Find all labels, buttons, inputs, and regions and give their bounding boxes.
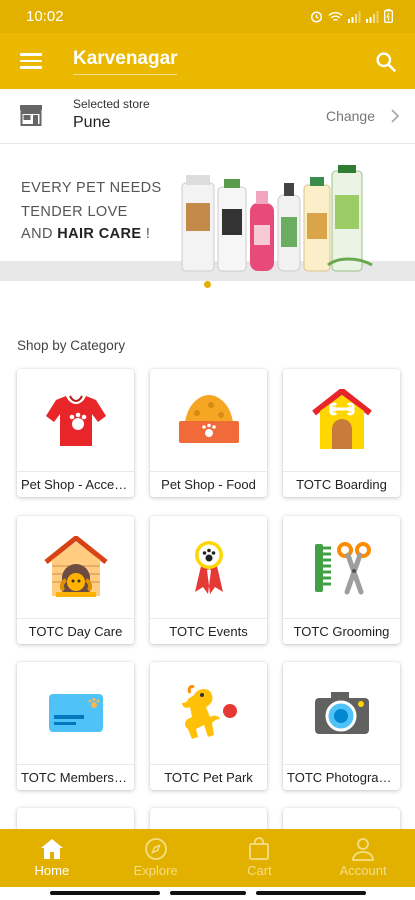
- section-title: Shop by Category: [17, 338, 126, 353]
- banner-line-3-bold: HAIR CARE: [57, 226, 142, 242]
- battery-icon: [384, 9, 393, 28]
- status-bar: 10:02: [0, 0, 415, 33]
- food-bowl-icon: [150, 369, 267, 471]
- search-icon[interactable]: [375, 51, 397, 73]
- category-label: TOTC Day Care: [17, 618, 134, 644]
- category-label: Pet Shop - Accessories: [17, 471, 134, 497]
- category-card-totc-photography[interactable]: TOTC Photography: [283, 662, 400, 790]
- bottom-navigation: Home Explore Cart Account: [0, 829, 415, 887]
- wifi-icon: [328, 10, 343, 28]
- category-label: TOTC Boarding: [283, 471, 400, 497]
- membership-card-icon: [17, 662, 134, 764]
- banner-line-3: AND HAIR CARE !: [21, 226, 150, 242]
- compass-icon: [144, 837, 168, 861]
- category-card-totc-pet-park[interactable]: TOTC Pet Park: [150, 662, 267, 790]
- shirt-icon: [17, 369, 134, 471]
- banner-line-1: EVERY PET NEEDS: [21, 180, 162, 196]
- system-bar-segment: [50, 891, 160, 895]
- store-name: Pune: [73, 114, 111, 131]
- banner-line-3-suffix: !: [141, 226, 151, 242]
- hamburger-menu-icon[interactable]: [20, 53, 42, 69]
- nav-item-account[interactable]: Account: [311, 829, 415, 887]
- category-label: Pet Shop - Food: [150, 471, 267, 497]
- banner-line-3-prefix: AND: [21, 226, 58, 242]
- location-text: Karvenagar: [73, 48, 178, 69]
- change-store-button[interactable]: Change: [326, 108, 375, 124]
- nav-label: Account: [339, 863, 387, 878]
- nav-item-home[interactable]: Home: [0, 829, 104, 887]
- category-card-totc-events[interactable]: TOTC Events: [150, 516, 267, 644]
- category-card-totc-membership[interactable]: TOTC Membership: [17, 662, 134, 790]
- category-card-totc-day-care[interactable]: TOTC Day Care: [17, 516, 134, 644]
- signal-icon-1: [348, 10, 361, 28]
- category-label: TOTC Grooming: [283, 618, 400, 644]
- status-time: 10:02: [26, 8, 64, 25]
- status-icons: [310, 9, 393, 28]
- nav-item-cart[interactable]: Cart: [208, 829, 312, 887]
- dog-in-house-icon: [17, 516, 134, 618]
- shopping-bag-icon: [247, 837, 271, 861]
- store-icon: [19, 104, 43, 126]
- system-bar-segment: [170, 891, 246, 895]
- chevron-right-icon[interactable]: [389, 108, 401, 124]
- signal-icon-2: [366, 10, 379, 28]
- category-card-pet-shop-accessories[interactable]: Pet Shop - Accessories: [17, 369, 134, 497]
- banner-line-2: TENDER LOVE: [21, 204, 128, 220]
- app-screen: 10:02 Karvenagar Selected store Pune Cha…: [0, 0, 415, 900]
- home-icon: [40, 837, 64, 861]
- promo-banner[interactable]: EVERY PET NEEDS TENDER LOVE AND HAIR CAR…: [0, 145, 415, 281]
- comb-scissors-icon: [283, 516, 400, 618]
- category-card-pet-shop-food[interactable]: Pet Shop - Food: [150, 369, 267, 497]
- app-bar: Karvenagar: [0, 33, 415, 89]
- banner-product-bottles-image: [178, 165, 378, 281]
- category-card-totc-grooming[interactable]: TOTC Grooming: [283, 516, 400, 644]
- category-label: TOTC Pet Park: [150, 764, 267, 790]
- dog-playing-ball-icon: [150, 662, 267, 764]
- nav-label: Explore: [133, 863, 178, 878]
- banner-dot-active[interactable]: [204, 281, 211, 288]
- location-selector[interactable]: Karvenagar: [73, 45, 178, 75]
- award-ribbon-icon: [150, 516, 267, 618]
- nav-item-explore[interactable]: Explore: [104, 829, 208, 887]
- system-bar-segment: [256, 891, 366, 895]
- category-label: TOTC Photography: [283, 764, 400, 790]
- system-gesture-bar: [0, 887, 415, 900]
- nav-label: Home: [34, 863, 70, 878]
- category-label: TOTC Membership: [17, 764, 134, 790]
- nav-label: Cart: [247, 863, 272, 878]
- banner-pagination: [0, 281, 415, 289]
- doghouse-icon: [283, 369, 400, 471]
- category-label: TOTC Events: [150, 618, 267, 644]
- store-caption: Selected store: [73, 97, 150, 111]
- camera-icon: [283, 662, 400, 764]
- alarm-icon: [310, 10, 323, 28]
- person-icon: [351, 837, 375, 861]
- category-card-totc-boarding[interactable]: TOTC Boarding: [283, 369, 400, 497]
- selected-store-row: Selected store Pune Change: [0, 89, 415, 144]
